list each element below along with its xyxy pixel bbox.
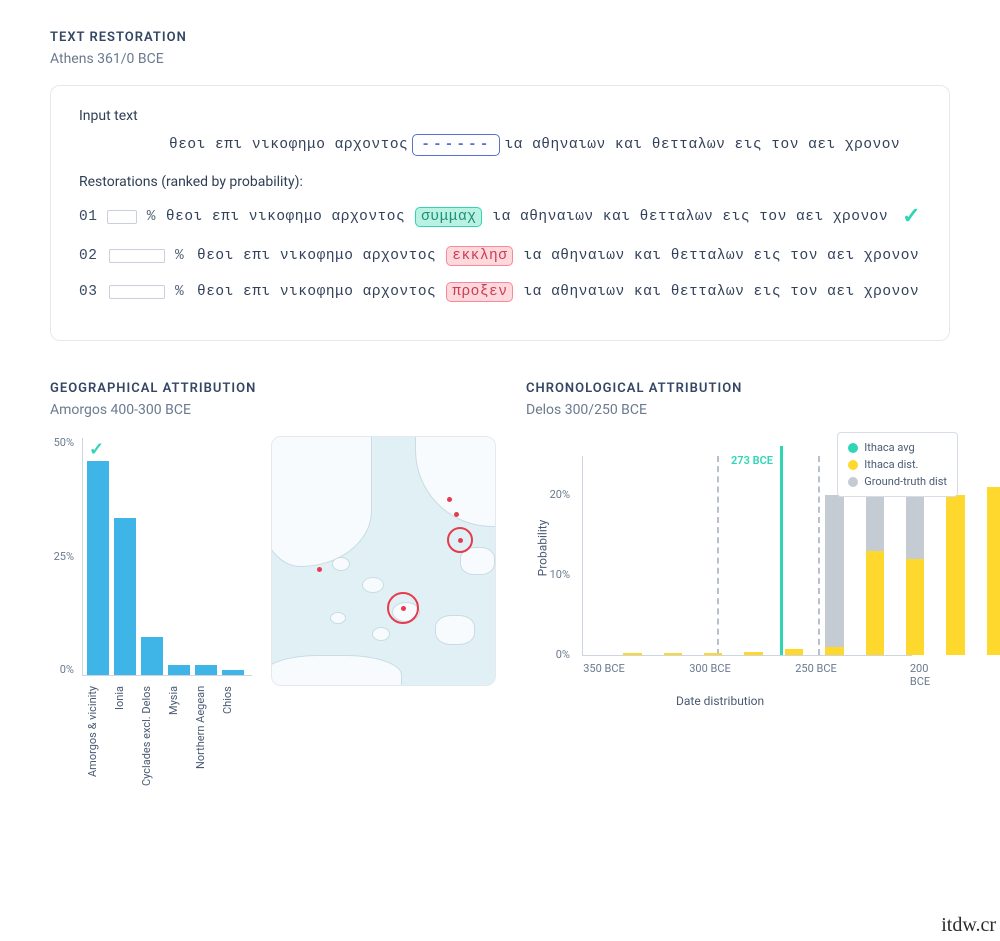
watermark: itdw.cr [941,914,996,937]
chrono-chart: Probability 20% 10% 0% 273 BCE 350 BCE 3… [526,436,946,716]
geo-bar-label: Ionia [113,686,135,846]
geo-bar [114,518,136,675]
section-subtitle: Amorgos 400-300 BCE [50,402,496,418]
check-icon: ✓ [89,439,104,460]
restorations-label: Restorations (ranked by probability): [79,174,921,190]
restoration-list: 01 % θεοι επι νικοφημο αρχοντος συμμαχ ι… [79,204,921,302]
rank: 01 [79,209,97,225]
rank: 03 [79,284,99,300]
geo-y-axis: 50% 25% 0% [44,436,74,676]
x-tick: 350 BCE [583,662,625,675]
y-tick: 10% [550,568,570,581]
prob-bar [109,285,165,299]
masked-token: ------ [412,134,500,156]
section-title: TEXT RESTORATION [50,30,950,45]
input-suffix: ια αθηναιων και θετταλων εις τον αει χρο… [504,137,900,153]
prob-bar [107,210,136,224]
aegean-map [271,436,496,686]
section-subtitle: Athens 361/0 BCE [50,51,950,67]
input-label: Input text [79,108,921,124]
y-tick: 0% [44,663,74,676]
row-prefix: θεοι επι νικοφημο αρχοντος [197,284,436,300]
y-tick: 25% [44,550,74,563]
row-suffix: ια αθηναιων και θετταλων εις τον αει χρο… [523,284,919,300]
section-subtitle: Delos 300/250 BCE [526,402,950,418]
input-prefix: θεοι επι νικοφημο αρχοντος [169,137,408,153]
geo-bar-label: Amorgos & vicinity [86,686,108,846]
section-title: CHRONOLOGICAL ATTRIBUTION [526,381,950,396]
geo-bar [141,637,163,675]
legend-item: Ground-truth dist [864,475,947,488]
restored-token: προξεν [446,282,513,302]
legend-item: Ithaca dist. [864,458,918,471]
pct-symbol: % [175,284,187,300]
restoration-row: 02 % θεοι επι νικοφημο αρχοντος εκκλησ ι… [79,246,921,266]
restoration-row: 03 % θεοι επι νικοφημο αρχοντος προξεν ι… [79,282,921,302]
x-tick: 200 BCE [910,662,930,688]
geo-bar-chart: 50% 25% 0% ✓ Amorgos & vicinityIoniaCycl… [50,436,255,846]
y-tick: 0% [556,648,570,661]
text-restoration-section: TEXT RESTORATION Athens 361/0 BCE Input … [50,30,950,341]
check-icon: ✓ [902,204,921,230]
row-prefix: θεοι επι νικοφημο αρχοντος [197,248,436,264]
restoration-row: 01 % θεοι επι νικοφημο αρχοντος συμμαχ ι… [79,204,921,230]
geo-section: GEOGRAPHICAL ATTRIBUTION Amorgos 400-300… [50,381,496,846]
chrono-legend: Ithaca avg Ithaca dist. Ground-truth dis… [837,432,958,497]
geo-bar [195,665,217,675]
restored-token: συμμαχ [415,207,482,227]
prob-bar [109,249,165,263]
x-tick: 250 BCE [795,662,837,675]
geo-bar-label: Northern Aegean [194,686,216,846]
row-prefix: θεοι επι νικοφημο αρχοντος [166,209,405,225]
geo-bar-label: Chios [221,686,243,846]
geo-bar-label: Mysia [167,686,189,846]
legend-item: Ithaca avg [864,441,914,454]
chrono-section: CHRONOLOGICAL ATTRIBUTION Delos 300/250 … [526,381,950,846]
section-title: GEOGRAPHICAL ATTRIBUTION [50,381,496,396]
x-tick: 300 BCE [689,662,731,675]
y-tick: 50% [44,436,74,449]
rank: 02 [79,248,99,264]
pct-symbol: % [147,209,156,225]
restoration-panel: Input text θεοι επι νικοφημο αρχοντος --… [50,85,950,341]
row-suffix: ια αθηναιων και θετταλων εις τον αει χρο… [492,209,888,225]
y-tick: 20% [550,488,570,501]
geo-bar [168,665,190,675]
chrono-y-axis: 20% 10% 0% [526,456,576,656]
geo-bar: ✓ [87,461,109,675]
geo-bar-label: Cyclades excl. Delos [140,686,162,846]
input-text-line: θεοι επι νικοφημο αρχοντος ------ ια αθη… [169,134,921,156]
geo-bar [222,670,244,675]
restored-token: εκκλησ [446,246,513,266]
chrono-xlabel: Date distribution [676,694,764,708]
pct-symbol: % [175,248,187,264]
row-suffix: ια αθηναιων και θετταλων εις τον αει χρο… [523,248,919,264]
